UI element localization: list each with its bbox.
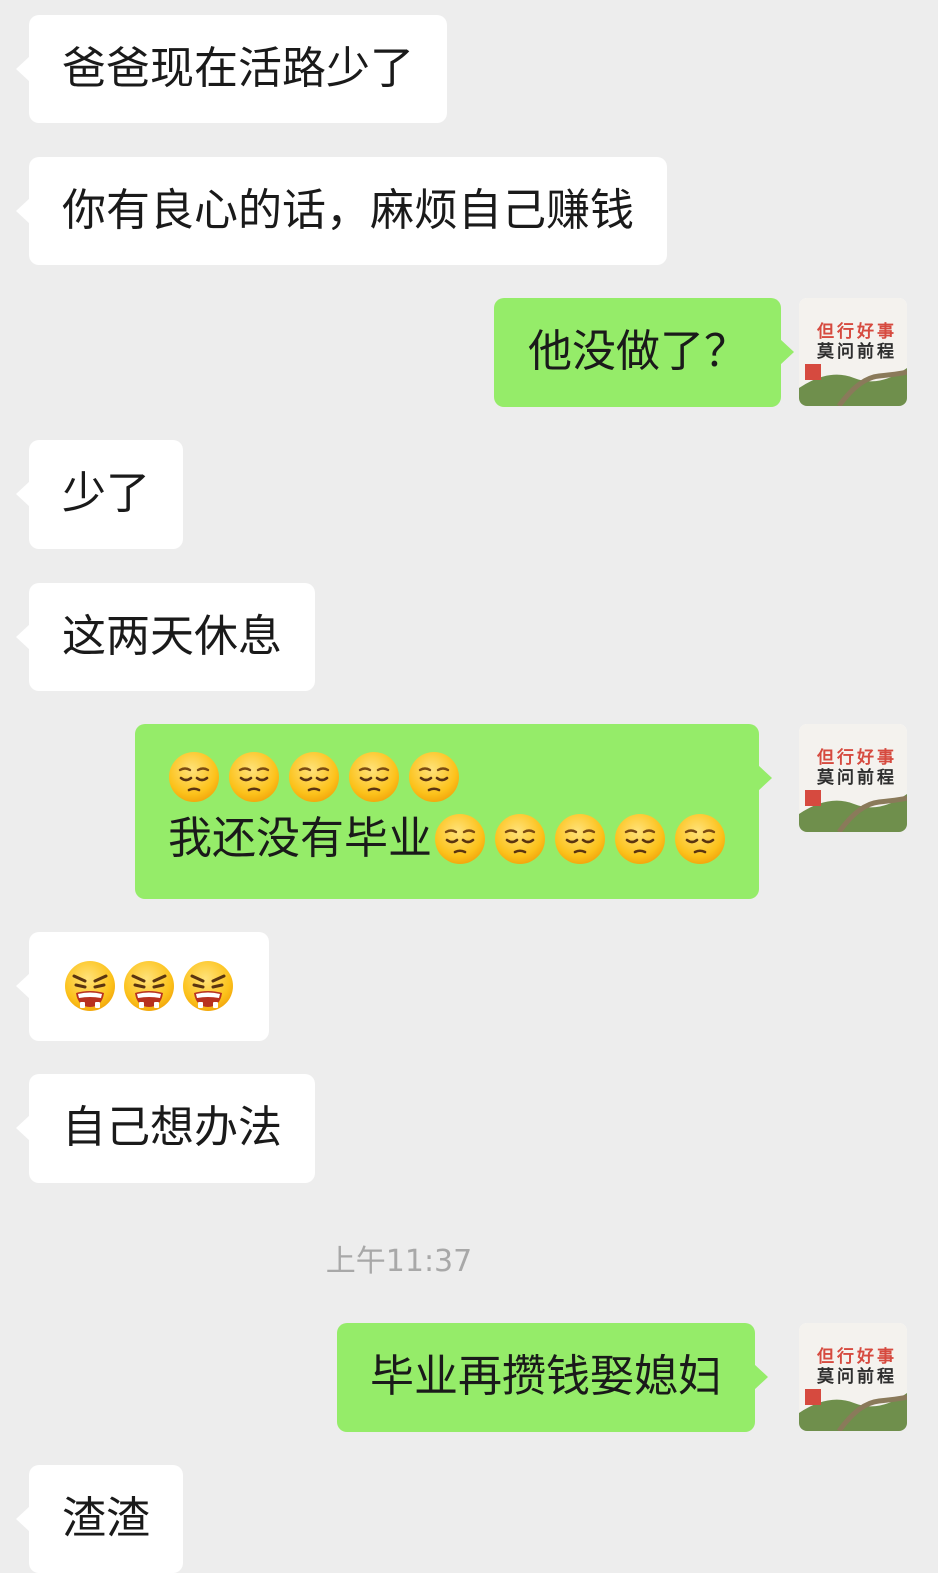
message-bubble-incoming[interactable] bbox=[16, 932, 269, 1041]
message-text: 毕业再攒钱娶媳妇 bbox=[370, 1351, 722, 1402]
text-line: 我还没有毕业 bbox=[168, 808, 726, 870]
my-avatar[interactable]: 但行好事 莫问前程 bbox=[799, 1323, 907, 1431]
pensive-emoji-icon bbox=[288, 751, 340, 803]
message-bubble-incoming[interactable]: 渣渣 bbox=[16, 1465, 183, 1573]
pensive-emoji-icon bbox=[554, 813, 606, 865]
avatar-text-line1: 但行好事 bbox=[817, 322, 897, 342]
message-bubble-incoming[interactable]: 少了 bbox=[16, 440, 183, 549]
message-bubble-incoming[interactable]: 自己想办法 bbox=[16, 1074, 315, 1183]
pensive-emoji-icon bbox=[228, 751, 280, 803]
avatar-text-line1: 但行好事 bbox=[817, 1347, 897, 1367]
pensive-emoji-icon bbox=[494, 813, 546, 865]
message-text: 我还没有毕业 bbox=[168, 813, 432, 864]
pensive-emoji-icon bbox=[168, 751, 220, 803]
pensive-emoji-icon bbox=[614, 813, 666, 865]
message-text: 少了 bbox=[62, 468, 150, 519]
message-text: 他没做了？ bbox=[528, 326, 748, 377]
avatar-text-line2: 莫问前程 bbox=[817, 342, 897, 362]
message-text: 渣渣 bbox=[62, 1493, 150, 1544]
emoji-line bbox=[168, 746, 726, 808]
my-avatar[interactable]: 但行好事 莫问前程 bbox=[799, 298, 907, 406]
message-bubble-incoming[interactable]: 你有良心的话，麻烦自己赚钱 bbox=[16, 157, 667, 265]
message-bubble-outgoing[interactable]: 他没做了？ bbox=[494, 298, 794, 407]
pensive-emoji-icon bbox=[408, 751, 460, 803]
pensive-emoji-icon bbox=[674, 813, 726, 865]
angry-emoji-icon bbox=[123, 960, 175, 1012]
avatar-text-line2: 莫问前程 bbox=[817, 1367, 897, 1387]
angry-emoji-icon bbox=[182, 960, 234, 1012]
pensive-emoji-icon bbox=[434, 813, 486, 865]
message-bubble-outgoing[interactable]: 毕业再攒钱娶媳妇 bbox=[337, 1323, 768, 1432]
pensive-emoji-icon bbox=[348, 751, 400, 803]
message-text: 这两天休息 bbox=[62, 611, 282, 662]
my-avatar[interactable]: 但行好事 莫问前程 bbox=[799, 724, 907, 832]
avatar-text-line1: 但行好事 bbox=[817, 748, 897, 768]
angry-emoji-icon bbox=[64, 960, 116, 1012]
message-text: 爸爸现在活路少了 bbox=[62, 43, 414, 94]
avatar-text-line2: 莫问前程 bbox=[817, 768, 897, 788]
message-bubble-incoming[interactable]: 这两天休息 bbox=[16, 583, 315, 691]
message-bubble-incoming[interactable]: 爸爸现在活路少了 bbox=[16, 15, 447, 123]
timestamp: 上午11:37 bbox=[325, 1244, 473, 1279]
message-bubble-outgoing[interactable]: 我还没有毕业 bbox=[135, 724, 772, 899]
message-text: 自己想办法 bbox=[62, 1102, 282, 1153]
message-text: 你有良心的话，麻烦自己赚钱 bbox=[62, 185, 634, 236]
